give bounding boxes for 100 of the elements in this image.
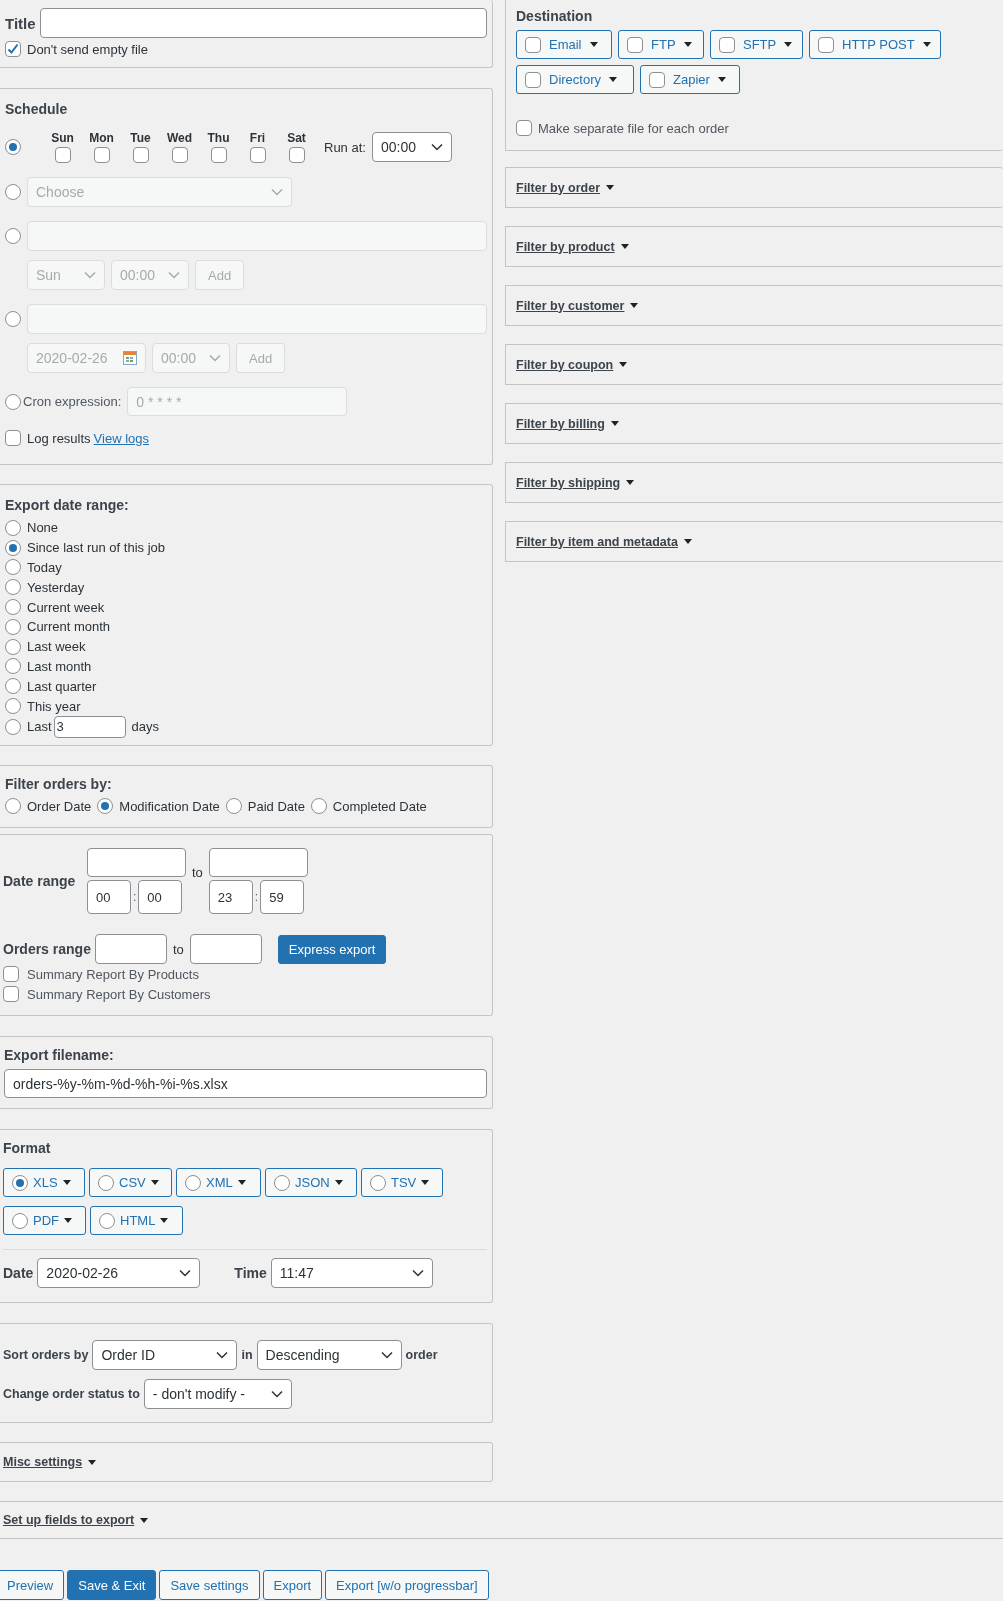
express-export-button[interactable]: Express export (277, 934, 387, 964)
checkbox[interactable] (719, 36, 735, 53)
select-field[interactable]: - don't modify - (143, 1379, 292, 1409)
checkbox[interactable] (249, 147, 266, 163)
setup-fields-toggle[interactable]: Set up fields to export (3, 1513, 135, 1527)
action-button[interactable]: Export (262, 1570, 323, 1600)
checkbox[interactable] (525, 71, 541, 88)
text-field[interactable] (27, 221, 487, 251)
radio-button[interactable] (5, 519, 21, 536)
checkbox[interactable] (627, 36, 643, 53)
checkbox[interactable] (288, 147, 305, 163)
filter-toggle[interactable]: Filter by billing (516, 416, 605, 431)
checkbox[interactable] (818, 36, 834, 53)
title-field[interactable] (39, 8, 487, 38)
radio-button[interactable] (5, 393, 21, 410)
radio-button[interactable] (98, 1174, 114, 1191)
minute-field[interactable]: 00 (138, 880, 183, 914)
radio-button[interactable] (12, 1212, 28, 1229)
checkbox[interactable] (516, 120, 532, 136)
radio-button[interactable] (5, 139, 21, 155)
caret-icon (784, 42, 793, 47)
days-field[interactable]: 3 (53, 715, 126, 738)
radio-button[interactable] (5, 658, 21, 675)
view-logs-link[interactable]: View logs (93, 430, 149, 446)
day-label: Thu (207, 131, 230, 145)
format-option[interactable]: HTML (90, 1206, 183, 1235)
destination-option[interactable]: Directory (516, 65, 634, 94)
format-option[interactable]: XML (176, 1168, 261, 1197)
checkbox[interactable] (525, 36, 541, 53)
destination-option[interactable]: SFTP (710, 30, 803, 59)
option-label: Last month (27, 658, 92, 674)
checkbox[interactable] (210, 147, 227, 163)
checkbox[interactable] (649, 71, 665, 88)
select-field[interactable]: Descending (256, 1340, 402, 1370)
radio-button[interactable] (5, 228, 21, 244)
format-option[interactable]: XLS (3, 1168, 85, 1197)
format-option[interactable]: TSV (361, 1168, 443, 1197)
text-field[interactable] (27, 304, 487, 334)
checkbox[interactable] (3, 966, 19, 982)
destination-option[interactable]: Zapier (640, 65, 740, 94)
action-button[interactable]: Export [w/o progressbar] (325, 1570, 489, 1600)
radio-button[interactable] (12, 1174, 28, 1191)
filter-toggle[interactable]: Filter by item and metadata (516, 534, 678, 549)
minute-field[interactable]: 59 (260, 880, 305, 914)
radio-button[interactable] (225, 798, 242, 814)
filter-toggle[interactable]: Filter by coupon (516, 357, 614, 372)
radio-button[interactable] (310, 798, 327, 814)
filter-toggle[interactable]: Filter by customer (516, 298, 625, 313)
radio-button[interactable] (97, 798, 114, 814)
radio-button[interactable] (5, 559, 21, 576)
select-field[interactable]: 00:00 (371, 132, 452, 162)
format-option[interactable]: JSON (265, 1168, 357, 1197)
radio-button[interactable] (5, 618, 21, 635)
checkbox[interactable] (3, 986, 19, 1002)
checkbox[interactable] (132, 147, 149, 163)
filename-field[interactable]: orders-%y-%m-%d-%h-%i-%s.xlsx (4, 1069, 487, 1098)
format-option[interactable]: CSV (89, 1168, 172, 1197)
radio-button[interactable] (5, 539, 21, 556)
radio-button[interactable] (5, 311, 21, 327)
destination-option[interactable]: Email (516, 30, 612, 59)
radio-button[interactable] (5, 579, 21, 596)
section-heading: Destination (516, 8, 594, 24)
radio-button[interactable] (274, 1174, 290, 1191)
select-field[interactable]: Order ID (92, 1340, 238, 1370)
destination-option[interactable]: HTTP POST (809, 30, 941, 59)
filter-toggle[interactable]: Filter by order (516, 180, 601, 195)
checkbox-label: Summary Report By Customers (27, 986, 211, 1002)
radio-button[interactable] (5, 184, 21, 200)
filter-toggle[interactable]: Filter by shipping (516, 475, 621, 490)
order-to-field[interactable] (189, 934, 262, 964)
radio-button[interactable] (5, 638, 21, 655)
checkbox[interactable] (171, 147, 188, 163)
radio-button[interactable] (5, 698, 21, 715)
destination-option[interactable]: FTP (618, 30, 704, 59)
date-field[interactable] (87, 848, 186, 877)
filter-toggle[interactable]: Filter by product (516, 239, 615, 254)
order-from-field[interactable] (94, 934, 167, 964)
misc-settings-toggle[interactable]: Misc settings (3, 1455, 83, 1469)
radio-button[interactable] (99, 1212, 115, 1229)
select-field[interactable]: 2020-02-26 (37, 1258, 201, 1288)
calendar-icon[interactable] (123, 351, 137, 365)
action-button[interactable]: Save & Exit (67, 1570, 157, 1600)
caret-icon (589, 42, 598, 47)
radio-button[interactable] (5, 718, 21, 735)
radio-button[interactable] (185, 1174, 201, 1191)
format-option[interactable]: PDF (3, 1206, 86, 1235)
checkbox[interactable] (54, 147, 71, 163)
date-field[interactable] (208, 848, 308, 877)
checkbox[interactable] (93, 147, 110, 163)
checkbox[interactable] (5, 430, 21, 446)
action-button[interactable]: Preview (0, 1570, 65, 1600)
action-button[interactable]: Save settings (159, 1570, 260, 1600)
radio-button[interactable] (5, 678, 21, 695)
checkbox[interactable] (5, 41, 21, 57)
radio-button[interactable] (5, 798, 21, 814)
select-field[interactable]: 11:47 (270, 1258, 433, 1288)
radio-button[interactable] (5, 599, 21, 616)
hour-field[interactable]: 23 (208, 880, 253, 914)
radio-button[interactable] (370, 1174, 386, 1191)
hour-field[interactable]: 00 (87, 880, 131, 914)
